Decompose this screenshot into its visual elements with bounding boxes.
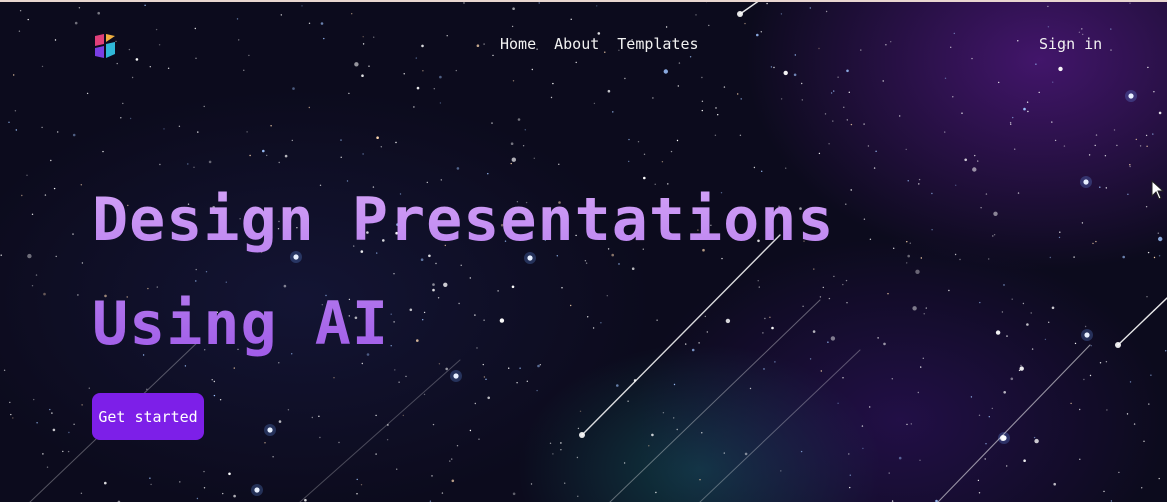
hero-title-line-2: Using AI	[92, 289, 389, 359]
nav-home-link[interactable]: Home	[500, 35, 536, 53]
shooting-star	[299, 359, 461, 502]
mouse-pointer-icon	[1151, 180, 1165, 200]
nav-about-link[interactable]: About	[554, 35, 599, 53]
hero-title-line-1: Design Presentations	[92, 185, 835, 255]
meteor-head	[579, 432, 585, 438]
meteor-head	[1000, 435, 1006, 441]
shooting-star	[1117, 297, 1167, 346]
navbar: Home About Templates Sign in	[0, 0, 1167, 88]
meteor-head	[1115, 342, 1121, 348]
sign-in-link[interactable]: Sign in	[1039, 35, 1102, 53]
nav-templates-link[interactable]: Templates	[617, 35, 698, 53]
get-started-button[interactable]: Get started	[92, 393, 204, 440]
main-nav: Home About Templates	[500, 35, 699, 53]
hero-title: Design Presentations Using AI	[92, 168, 992, 376]
logo-icon[interactable]	[92, 32, 118, 60]
